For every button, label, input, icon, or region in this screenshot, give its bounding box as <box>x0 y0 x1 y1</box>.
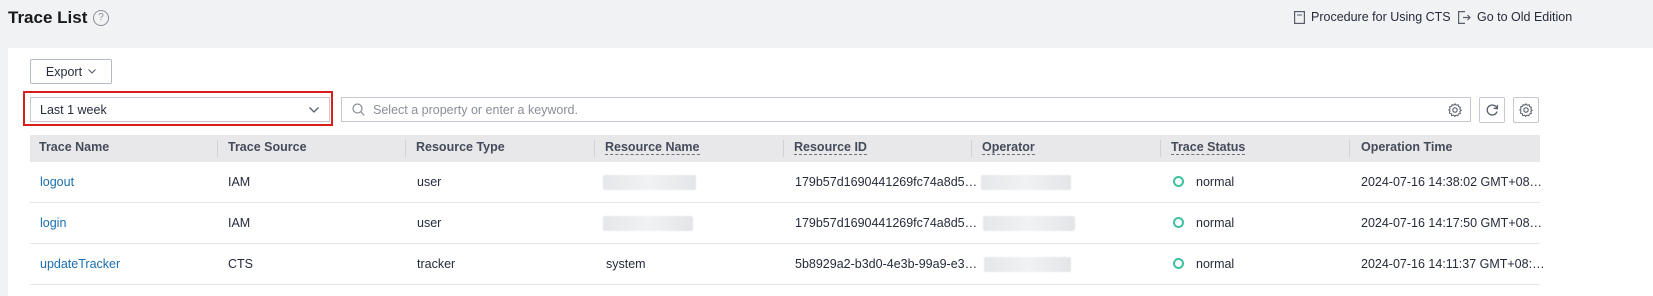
resource-type-cell: tracker <box>417 257 456 271</box>
column-separator[interactable] <box>217 140 218 157</box>
status-normal-icon <box>1173 258 1184 270</box>
table-header: Trace Name Trace Source Resource Type Re… <box>30 135 1540 162</box>
column-header-label: Operator <box>982 140 1035 155</box>
procedure-link[interactable]: Procedure for Using CTS <box>1294 10 1451 24</box>
old-edition-link[interactable]: Go to Old Edition <box>1458 10 1572 24</box>
procedure-link-label: Procedure for Using CTS <box>1311 10 1451 24</box>
export-button-label: Export <box>45 64 83 79</box>
trace-source-cell: CTS <box>228 257 253 271</box>
column-header-label: Resource ID <box>794 140 867 155</box>
operator-redacted <box>983 216 1075 231</box>
search-settings-icon[interactable] <box>1448 103 1462 117</box>
table-row: logout IAM user 179b57d1690441269fc74a8d… <box>30 162 1543 203</box>
search-icon <box>352 103 365 116</box>
trace-status-cell: normal <box>1173 244 1234 284</box>
column-header-trace-name: Trace Name <box>39 135 109 162</box>
column-separator[interactable] <box>1349 140 1350 157</box>
table-row: login IAM user 179b57d1690441269fc74a8d5… <box>30 203 1543 244</box>
status-normal-icon <box>1173 176 1184 188</box>
trace-status-label: normal <box>1196 175 1235 189</box>
resource-name-redacted <box>603 175 696 190</box>
resource-name-redacted <box>603 216 693 231</box>
column-separator[interactable] <box>783 140 784 157</box>
column-header-trace-source: Trace Source <box>228 135 307 162</box>
trace-table: Trace Name Trace Source Resource Type Re… <box>30 135 1545 285</box>
column-header-resource-type: Resource Type <box>416 135 505 162</box>
trace-status-cell: normal <box>1173 162 1234 202</box>
column-header-label: Trace Source <box>228 140 307 154</box>
trace-status-label: normal <box>1196 216 1235 230</box>
trace-name-link[interactable]: login <box>40 203 66 243</box>
trace-status-label: normal <box>1196 257 1235 271</box>
operator-redacted <box>984 257 1071 272</box>
column-header-label: Resource Name <box>605 140 700 155</box>
chevron-down-icon <box>309 107 319 113</box>
operator-redacted <box>981 175 1071 190</box>
column-header-resource-id[interactable]: Resource ID <box>794 135 867 162</box>
time-range-select[interactable]: Last 1 week <box>30 97 330 122</box>
column-separator[interactable] <box>405 140 406 157</box>
trace-name-link[interactable]: logout <box>40 162 74 202</box>
column-header-trace-status[interactable]: Trace Status <box>1171 135 1246 162</box>
question-circle-icon[interactable]: ? <box>93 10 109 26</box>
operation-time-cell: 2024-07-16 14:17:50 GMT+08… <box>1361 216 1543 230</box>
chevron-down-icon <box>88 69 96 74</box>
trace-source-cell: IAM <box>228 175 251 189</box>
resource-type-cell: user <box>417 216 442 230</box>
resource-name-cell: system <box>606 257 646 271</box>
refresh-icon <box>1486 104 1499 116</box>
time-range-value: Last 1 week <box>40 102 107 117</box>
document-icon <box>1294 10 1305 24</box>
column-separator[interactable] <box>971 140 972 157</box>
resource-id-cell: 5b8929a2-b3d0-4e3b-99a9-e3… <box>795 257 978 271</box>
refresh-button[interactable] <box>1479 97 1505 123</box>
column-header-label: Trace Status <box>1171 140 1246 155</box>
page-header: Trace List ? Procedure for Using CTS Go … <box>0 0 1653 48</box>
column-header-label: Operation Time <box>1361 140 1453 154</box>
search-input[interactable] <box>371 101 1435 118</box>
operation-time-cell: 2024-07-16 14:38:02 GMT+08… <box>1361 175 1543 189</box>
search-box[interactable] <box>341 97 1471 122</box>
status-normal-icon <box>1173 217 1184 229</box>
column-header-label: Trace Name <box>39 140 110 154</box>
trace-name-link[interactable]: updateTracker <box>40 244 120 284</box>
export-button[interactable]: Export <box>30 59 112 84</box>
exit-icon <box>1458 10 1471 24</box>
column-header-operation-time: Operation Time <box>1361 135 1452 162</box>
column-header-label: Resource Type <box>416 140 505 154</box>
resource-id-cell: 179b57d1690441269fc74a8d5… <box>795 175 978 189</box>
column-header-resource-name[interactable]: Resource Name <box>605 135 700 162</box>
resource-type-cell: user <box>417 175 442 189</box>
trace-status-cell: normal <box>1173 203 1234 243</box>
trace-source-cell: IAM <box>228 216 251 230</box>
resource-id-cell: 179b57d1690441269fc74a8d5… <box>795 216 978 230</box>
gear-icon <box>1519 103 1533 117</box>
page-title: Trace List <box>8 8 88 27</box>
column-separator[interactable] <box>594 140 595 157</box>
table-settings-button[interactable] <box>1513 97 1539 123</box>
table-row: updateTracker CTS tracker system 5b8929a… <box>30 244 1545 285</box>
column-header-operator[interactable]: Operator <box>982 135 1035 162</box>
old-edition-link-label: Go to Old Edition <box>1477 10 1573 24</box>
column-separator[interactable] <box>1160 140 1161 157</box>
operation-time-cell: 2024-07-16 14:11:37 GMT+08:… <box>1361 257 1545 271</box>
